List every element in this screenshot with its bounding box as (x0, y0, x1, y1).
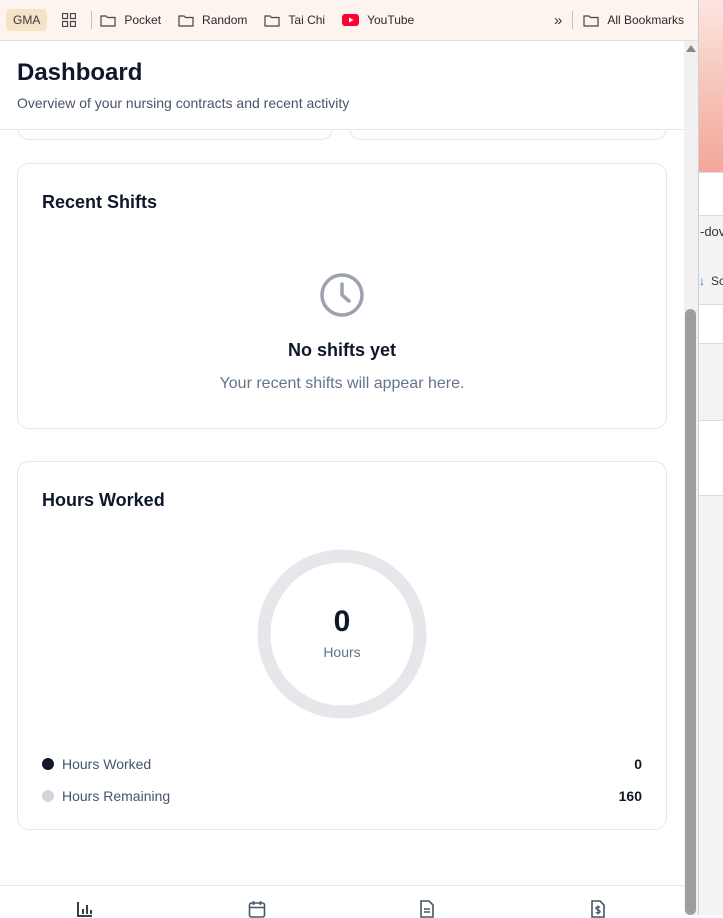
all-bookmarks-button[interactable]: All Bookmarks (583, 13, 684, 27)
bookmark-label: Random (202, 13, 248, 27)
nav-dashboard[interactable] (75, 900, 95, 918)
empty-state-title: No shifts yet (287, 340, 397, 360)
youtube-icon (342, 14, 360, 26)
dollar-document-icon (591, 900, 605, 918)
legend-row-hours-remaining: Hours Remaining 160 (42, 786, 642, 806)
bar-chart-icon (77, 902, 92, 917)
page-subtitle: Overview of your nursing contracts and r… (17, 95, 350, 111)
bookmark-tai-chi[interactable]: Tai Chi (264, 8, 325, 32)
clock-icon (320, 273, 364, 317)
bookmark-random[interactable]: Random (178, 8, 247, 32)
bookmark-label: YouTube (367, 13, 415, 27)
bookmarks-divider (91, 11, 93, 29)
recent-shifts-title: Recent Shifts (42, 192, 158, 212)
nav-contracts[interactable] (417, 900, 437, 918)
scrollbar-thumb[interactable] (685, 309, 696, 915)
all-bookmarks-label: All Bookmarks (607, 13, 684, 27)
stat-card-partial (349, 130, 667, 140)
document-icon (420, 900, 434, 918)
legend-label: Hours Remaining (62, 788, 171, 804)
background-window-panel (699, 172, 723, 216)
nav-schedule[interactable] (247, 900, 267, 918)
bookmark-label: Pocket (124, 13, 162, 27)
bookmarks-overflow-icon[interactable]: » (554, 12, 562, 29)
background-window-text: -dov (700, 224, 723, 239)
bookmark-gma-badge[interactable]: GMA (6, 9, 48, 31)
legend-label: Hours Worked (62, 756, 152, 772)
background-window: -dov ↓Sc (698, 0, 723, 915)
recent-shifts-card: Recent Shifts No shifts yet Your recent … (17, 163, 667, 429)
legend-row-hours-worked: Hours Worked 0 (42, 754, 642, 774)
hours-total-value: 0 (333, 605, 351, 638)
apps-grid-icon[interactable] (61, 12, 77, 28)
scroll-up-arrow-icon[interactable] (686, 45, 696, 52)
folder-icon (178, 14, 194, 27)
bookmarks-bar: GMA Pocket Random Tai Chi YouTube » All … (0, 0, 698, 41)
page-header: Dashboard Overview of your nursing contr… (0, 41, 684, 130)
hours-total-label: Hours (323, 644, 361, 660)
nav-payments[interactable] (588, 900, 608, 918)
calendar-icon (248, 901, 266, 918)
hours-worked-title: Hours Worked (42, 490, 165, 510)
legend-dot (42, 758, 54, 770)
bookmark-pocket[interactable]: Pocket (100, 8, 161, 32)
background-window-link: ↓Sc (699, 274, 723, 288)
stat-card-partial (17, 130, 333, 140)
folder-icon (583, 14, 599, 27)
page-title: Dashboard (17, 59, 143, 86)
background-window-panel (699, 304, 723, 344)
folder-icon (100, 14, 116, 27)
hours-worked-card: Hours Worked 0 Hours Hours Worked 0 Hour… (17, 461, 667, 830)
background-window-header (699, 0, 723, 172)
empty-state-description: Your recent shifts will appear here. (219, 375, 465, 392)
background-window-panel (699, 420, 723, 496)
legend-value: 160 (618, 788, 642, 804)
bookmark-gma-label: GMA (13, 13, 41, 27)
page-scrollbar[interactable] (684, 41, 698, 915)
legend-value: 0 (634, 756, 642, 772)
bookmark-youtube[interactable]: YouTube (342, 8, 414, 32)
bookmark-label: Tai Chi (288, 13, 326, 27)
folder-icon (264, 14, 280, 27)
arrow-down-icon: ↓ (699, 274, 705, 288)
dashboard-content[interactable]: Recent Shifts No shifts yet Your recent … (0, 130, 684, 885)
bookmarks-divider (572, 11, 574, 29)
bottom-navigation (0, 885, 684, 918)
legend-dot (42, 790, 54, 802)
